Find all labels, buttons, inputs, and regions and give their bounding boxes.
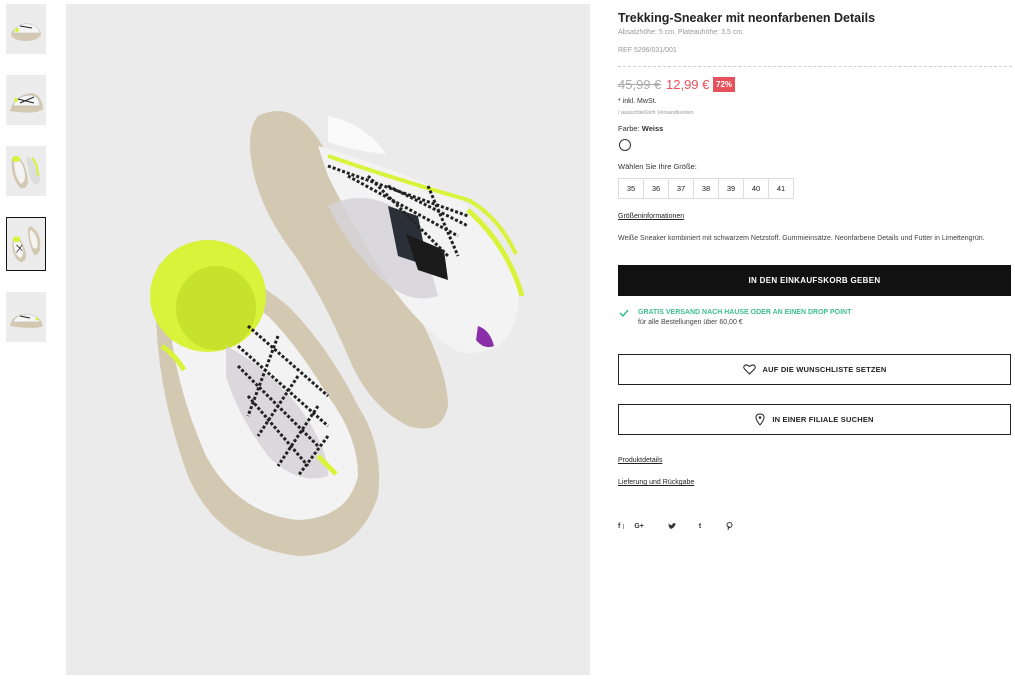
product-details-link[interactable]: Produktdetails xyxy=(618,457,662,464)
tumblr-icon[interactable]: t xyxy=(699,523,701,530)
discount-badge: 72% xyxy=(713,77,736,92)
twitter-icon[interactable] xyxy=(667,522,676,530)
size-selector: 35 36 37 38 39 40 41 xyxy=(618,178,794,199)
shoe-thumbnail-image xyxy=(7,218,45,270)
product-reference: REF 5296/031/001 xyxy=(618,47,677,54)
size-option[interactable]: 37 xyxy=(668,178,694,199)
shoe-thumbnail-image xyxy=(10,93,43,113)
pinterest-icon[interactable] xyxy=(726,522,733,530)
location-pin-icon xyxy=(755,413,765,426)
size-label: Wählen Sie Ihre Größe: xyxy=(618,162,697,171)
wishlist-label: AUF DIE WUNSCHLISTE SETZEN xyxy=(762,365,887,374)
product-subtitle: Absatzhöhe: 5 cm. Plateauhöhe: 3,5 cm. xyxy=(618,29,745,36)
old-price: 45,99 € xyxy=(618,77,662,92)
free-shipping-subtitle: für alle Bestellungen über 60,00 € xyxy=(638,319,743,326)
main-product-image xyxy=(66,4,590,675)
thumbnail-2[interactable] xyxy=(6,75,46,125)
size-option[interactable]: 35 xyxy=(618,178,644,199)
thumbnail-1[interactable] xyxy=(6,4,46,54)
sale-price: 12,99 € xyxy=(666,77,710,92)
thumbnail-5[interactable] xyxy=(6,292,46,342)
size-option[interactable]: 36 xyxy=(643,178,669,199)
color-label-text: Farbe: xyxy=(618,124,640,133)
shoe-thumbnail-image xyxy=(11,23,41,41)
separator-icon xyxy=(623,523,625,529)
shipping-cost-note: / ausschließlich Versandkosten xyxy=(618,110,694,116)
shoe-thumbnail-image xyxy=(11,156,40,189)
shoe-thumbnail-image xyxy=(10,313,43,328)
check-icon xyxy=(619,309,629,318)
delivery-returns-link[interactable]: Lieferung und Rückgabe xyxy=(618,479,694,486)
google-plus-icon[interactable]: G+ xyxy=(634,523,644,530)
tax-note: * inkl. MwSt. xyxy=(618,98,657,105)
thumbnail-4[interactable] xyxy=(6,217,46,271)
color-label: Farbe: Weiss xyxy=(618,124,663,133)
color-value: Weiss xyxy=(641,124,664,133)
add-to-cart-button[interactable]: IN DEN EINKAUFSKORB GEBEN xyxy=(618,265,1011,296)
free-shipping-title: GRATIS VERSAND NACH HAUSE ODER AN EINEN … xyxy=(638,309,852,316)
facebook-icon[interactable]: f xyxy=(618,523,620,530)
size-option[interactable]: 40 xyxy=(743,178,769,199)
product-title: Trekking-Sneaker mit neonfarbenen Detail… xyxy=(618,11,876,25)
find-store-label: IN EINER FILIALE SUCHEN xyxy=(772,415,874,424)
add-to-wishlist-button[interactable]: AUF DIE WUNSCHLISTE SETZEN xyxy=(618,354,1011,385)
find-in-store-button[interactable]: IN EINER FILIALE SUCHEN xyxy=(618,404,1011,435)
size-info-link[interactable]: Größeninformationen xyxy=(618,213,684,220)
size-option[interactable]: 38 xyxy=(693,178,719,199)
sneaker-illustration xyxy=(66,4,590,675)
color-swatch-white[interactable] xyxy=(619,139,631,151)
social-share-bar: f G+ t xyxy=(618,522,733,530)
thumbnail-3[interactable] xyxy=(6,146,46,196)
heart-icon xyxy=(742,364,756,375)
divider xyxy=(618,66,1012,67)
size-option[interactable]: 39 xyxy=(718,178,744,199)
product-description: Weiße Sneaker kombiniert mit schwarzem N… xyxy=(618,235,985,242)
size-option[interactable]: 41 xyxy=(768,178,794,199)
